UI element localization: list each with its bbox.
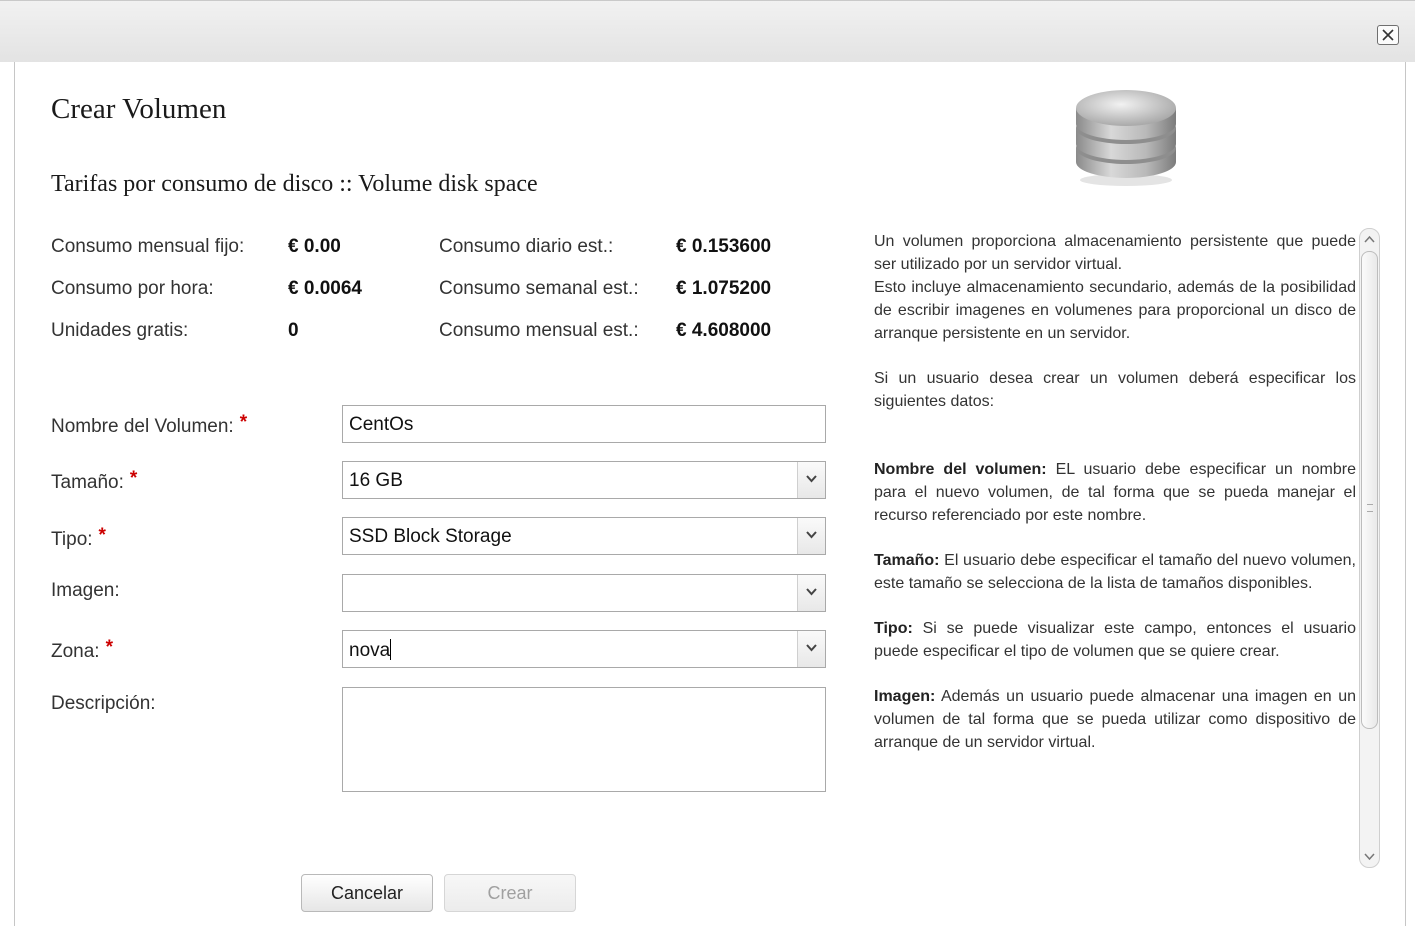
size-label: Tamaño: * xyxy=(51,468,138,493)
required-asterisk: * xyxy=(129,468,138,489)
zone-value: nova xyxy=(349,640,391,661)
scroll-down-icon[interactable] xyxy=(1362,848,1377,864)
volume-name-label: Nombre del Volumen: * xyxy=(51,412,248,437)
help-panel: Un volumen proporciona almacenamiento pe… xyxy=(874,230,1356,860)
create-button[interactable]: Crear xyxy=(444,874,576,912)
zone-select[interactable]: nova xyxy=(342,630,826,668)
zone-label: Zona: * xyxy=(51,637,113,662)
required-asterisk: * xyxy=(98,525,106,546)
scroll-up-icon[interactable] xyxy=(1362,232,1377,248)
scrollbar-thumb[interactable] xyxy=(1361,251,1378,729)
monthly-fixed-label: Consumo mensual fijo: xyxy=(51,236,245,257)
type-label: Tipo: * xyxy=(51,525,106,550)
hourly-label: Consumo por hora: xyxy=(51,278,214,299)
monthly-est-value: € 4.608000 xyxy=(676,320,772,341)
help-item-name: Nombre del volumen: EL usuario debe espe… xyxy=(874,461,1356,524)
dialog-title: Crear Volumen xyxy=(51,93,227,125)
volume-name-input[interactable]: CentOs xyxy=(342,405,826,443)
help-item-image: Imagen: Además un usuario puede almacena… xyxy=(874,688,1356,751)
monthly-est-label: Consumo mensual est.: xyxy=(439,320,639,341)
cancel-button[interactable]: Cancelar xyxy=(301,874,433,912)
weekly-est-value: € 1.075200 xyxy=(676,278,772,299)
dialog-titlebar xyxy=(0,0,1415,62)
help-intro-2: Esto incluye almacenamiento secundario, … xyxy=(874,279,1356,342)
zone-dropdown-button[interactable] xyxy=(797,631,825,667)
grip-icon xyxy=(1367,504,1373,512)
daily-est-label: Consumo diario est.: xyxy=(439,236,614,257)
type-select[interactable]: SSD Block Storage xyxy=(342,517,826,555)
size-dropdown-button[interactable] xyxy=(797,462,825,498)
help-scrollbar[interactable] xyxy=(1359,228,1380,868)
close-button[interactable] xyxy=(1377,25,1399,45)
help-intro-1: Un volumen proporciona almacenamiento pe… xyxy=(874,233,1356,273)
database-icon xyxy=(1076,90,1176,186)
required-asterisk: * xyxy=(239,412,248,433)
chevron-down-icon xyxy=(806,644,817,652)
size-select[interactable]: 16 GB xyxy=(342,461,826,499)
free-units-label: Unidades gratis: xyxy=(51,320,189,341)
help-item-size: Tamaño: El usuario debe especificar el t… xyxy=(874,552,1356,592)
chevron-down-icon xyxy=(806,588,817,596)
daily-est-value: € 0.153600 xyxy=(676,236,772,257)
chevron-down-icon xyxy=(806,531,817,539)
type-dropdown-button[interactable] xyxy=(797,518,825,554)
weekly-est-label: Consumo semanal est.: xyxy=(439,278,639,299)
monthly-fixed-value: € 0.00 xyxy=(288,236,341,257)
chevron-down-icon xyxy=(806,475,817,483)
image-dropdown-button[interactable] xyxy=(797,575,825,611)
image-label: Imagen: xyxy=(51,580,120,601)
close-icon xyxy=(1382,29,1394,41)
image-select[interactable] xyxy=(342,574,826,612)
help-intro-3: Si un usuario desea crear un volumen deb… xyxy=(874,370,1356,410)
free-units-value: 0 xyxy=(288,320,299,341)
hourly-value: € 0.0064 xyxy=(288,278,362,299)
required-asterisk: * xyxy=(105,637,113,658)
text-cursor xyxy=(390,639,392,660)
rates-subtitle: Tarifas por consumo de disco :: Volume d… xyxy=(51,171,538,197)
description-textarea[interactable] xyxy=(342,687,826,792)
help-item-type: Tipo: Si se puede visualizar este campo,… xyxy=(874,620,1356,660)
description-label: Descripción: xyxy=(51,693,156,714)
